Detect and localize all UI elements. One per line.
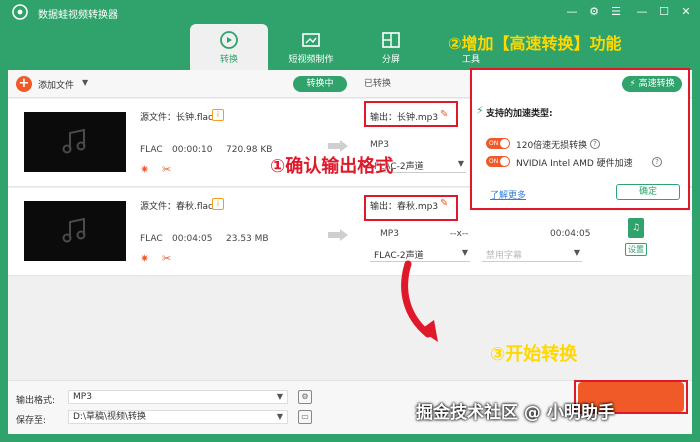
chevron-down-icon: ▼	[457, 159, 464, 168]
chevron-down-icon: ▼	[276, 412, 283, 421]
arrow-right-icon	[328, 229, 348, 241]
effects-icon[interactable]: ✷	[140, 252, 149, 265]
chevron-down-icon: ▼	[573, 248, 580, 257]
info-icon[interactable]: i	[212, 198, 224, 210]
tab-converted[interactable]: 已转换	[364, 76, 414, 92]
arrow-right-icon	[328, 140, 348, 152]
save-to-label: 保存至:	[16, 416, 47, 426]
tab-convert[interactable]: 转换	[190, 24, 268, 70]
highlight-output-1	[364, 101, 458, 127]
output-duration: 00:04:05	[550, 229, 591, 239]
cut-icon[interactable]: ✂	[162, 252, 171, 265]
source-format: FLAC	[140, 234, 163, 244]
menu-icon[interactable]: ☰	[608, 4, 624, 20]
split-screen-icon	[382, 32, 400, 48]
chevron-down-icon: ▼	[461, 248, 468, 257]
add-file-button[interactable]: 添加文件	[38, 78, 74, 91]
subtitle-value: 禁用字幕	[486, 251, 523, 261]
annotation-step-2: ②增加【高速转换】功能	[448, 34, 622, 53]
app-title: 数据蛙视频转换器	[38, 10, 118, 21]
music-note-icon	[62, 128, 86, 154]
chevron-down-icon[interactable]: ▼	[82, 78, 88, 87]
source-filename: 源文件：长钟.flac	[140, 113, 213, 123]
output-format: MP3	[380, 229, 399, 239]
effects-icon[interactable]: ✷	[140, 163, 149, 176]
annotation-step-3: ③开始转换	[490, 344, 578, 365]
source-size: 720.98 KB	[226, 145, 273, 155]
output-resolution: --x--	[450, 229, 469, 239]
red-arrow-icon	[401, 260, 438, 342]
tab-converting[interactable]: 转换中	[293, 76, 347, 92]
tab-tools-label: 工具	[461, 55, 480, 65]
tab-split-screen[interactable]: 分屏	[352, 24, 430, 70]
title-bar: 数据蛙视频转换器 — ⚙ ☰ — ☐ ✕	[0, 0, 700, 24]
close-icon[interactable]: ✕	[678, 4, 694, 20]
tab-short-video[interactable]: 短视频制作	[272, 24, 350, 70]
tab-split-screen-label: 分屏	[381, 55, 400, 65]
minimize-icon[interactable]: —	[634, 4, 650, 20]
save-path-field[interactable]: D:\草稿\视频\转换 ▼	[68, 410, 288, 424]
highlight-accel-popup	[470, 68, 690, 210]
short-video-icon	[302, 33, 320, 47]
source-filename: 源文件：春秋.flac	[140, 202, 213, 212]
add-file-icon[interactable]: +	[16, 76, 32, 92]
folder-icon[interactable]: ▭	[298, 410, 312, 424]
subtitle-select[interactable]: 禁用字幕 ▼	[482, 248, 582, 262]
output-format: MP3	[370, 140, 389, 150]
file-thumbnail	[24, 112, 126, 172]
cut-icon[interactable]: ✂	[162, 163, 171, 176]
tab-convert-label: 转换	[219, 55, 238, 65]
source-format: FLAC	[140, 145, 163, 155]
music-note-icon	[62, 217, 86, 243]
highlight-output-2	[364, 195, 458, 221]
watermark: 掘金技术社区 @ 小明助手	[416, 403, 615, 423]
app-logo-icon	[12, 4, 28, 20]
convert-icon	[220, 31, 238, 49]
output-format-label: 输出格式:	[16, 396, 56, 406]
source-size: 23.53 MB	[226, 234, 269, 244]
format-settings-icon[interactable]: ⚙	[298, 390, 312, 404]
maximize-icon[interactable]: ☐	[656, 4, 672, 20]
source-duration: 00:04:05	[172, 234, 213, 244]
source-duration: 00:00:10	[172, 145, 213, 155]
chevron-down-icon: ▼	[276, 392, 283, 401]
account-icon[interactable]: —	[564, 4, 580, 20]
output-settings-icon[interactable]: ♫	[628, 218, 644, 238]
info-icon[interactable]: i	[212, 109, 224, 121]
tab-short-video-label: 短视频制作	[288, 55, 334, 65]
save-path-value: D:\草稿\视频\转换	[73, 412, 147, 422]
file-thumbnail	[24, 201, 126, 261]
settings-icon[interactable]: ⚙	[586, 4, 602, 20]
output-format-select[interactable]: MP3 ▼	[68, 390, 288, 404]
annotation-step-1: ①确认输出格式	[270, 156, 394, 177]
settings-button[interactable]: 设置	[625, 243, 647, 256]
output-format-value: MP3	[73, 392, 92, 402]
